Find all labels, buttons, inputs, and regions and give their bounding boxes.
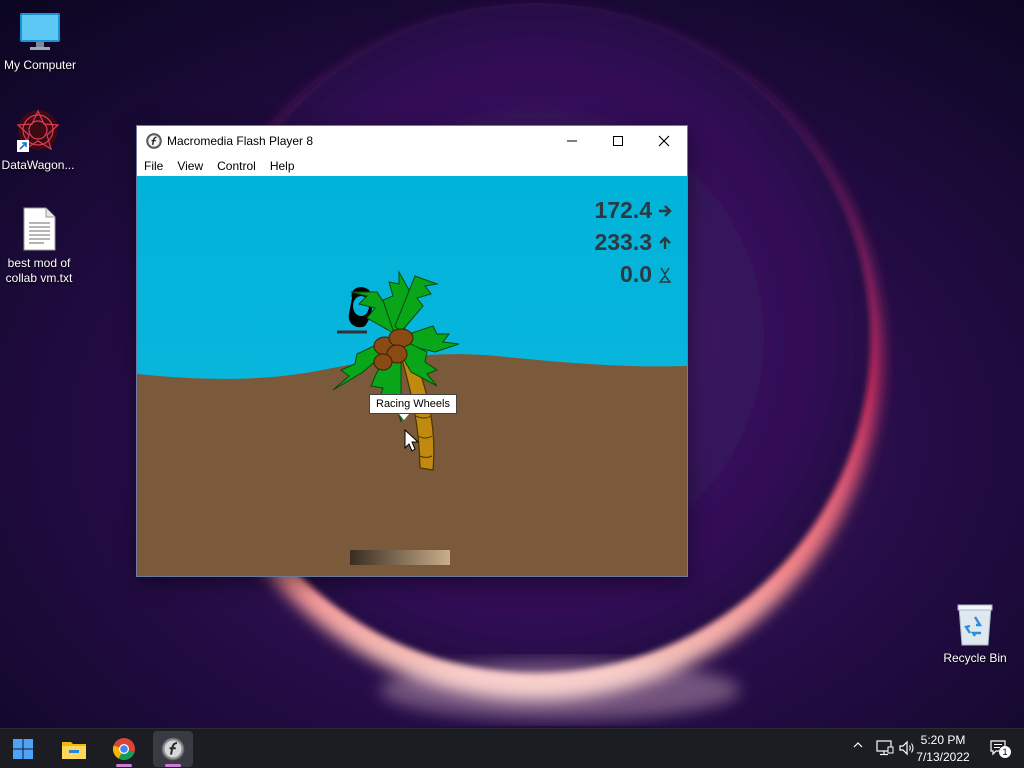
clock-date: 7/13/2022 bbox=[916, 750, 970, 764]
menu-file[interactable]: File bbox=[137, 159, 170, 173]
stat-value: 172.4 bbox=[594, 197, 652, 223]
running-indicator bbox=[165, 764, 181, 767]
flash-player-icon bbox=[146, 133, 162, 149]
flash-player-icon bbox=[161, 737, 185, 761]
monitor-icon bbox=[20, 13, 60, 50]
flash-stage[interactable]: 172.4 233.3 0.0 Racing Wheels bbox=[137, 176, 687, 576]
menu-bar: File View Control Help bbox=[137, 156, 687, 176]
tooltip-pointer bbox=[399, 414, 409, 420]
system-tray: 5:20 PM 7/13/2022 1 bbox=[824, 729, 1024, 768]
stat-value: 233.3 bbox=[594, 229, 652, 255]
arrow-up-icon bbox=[659, 235, 671, 249]
maximize-button[interactable] bbox=[595, 126, 641, 156]
menu-control[interactable]: Control bbox=[210, 159, 263, 173]
chrome-icon bbox=[112, 738, 135, 760]
desktop-icon-label: best mod of collab vm.txt bbox=[5, 256, 73, 285]
desktop-icon-label: DataWagon... bbox=[1, 158, 75, 172]
stat-horizontal-speed: 172.4 bbox=[594, 197, 672, 224]
clock-time: 5:20 PM bbox=[920, 733, 966, 747]
close-button[interactable] bbox=[641, 126, 687, 156]
window-title: Macromedia Flash Player 8 bbox=[167, 134, 314, 148]
taskbar-clock[interactable]: 5:20 PM 7/13/2022 bbox=[908, 732, 978, 766]
running-indicator bbox=[116, 764, 132, 767]
taskbar-file-explorer[interactable] bbox=[54, 731, 94, 767]
recycle-bin-icon bbox=[957, 604, 993, 646]
datawagon-shortcut-icon bbox=[16, 109, 60, 152]
arrow-right-icon bbox=[659, 204, 672, 217]
flash-player-window[interactable]: Macromedia Flash Player 8 File View Cont… bbox=[136, 125, 688, 577]
menu-help[interactable]: Help bbox=[263, 159, 302, 173]
desktop-icon-label: My Computer bbox=[3, 58, 77, 72]
desktop-icon-my-computer[interactable]: My Computer bbox=[0, 10, 80, 73]
close-icon bbox=[658, 135, 670, 147]
taskbar-flash-player[interactable] bbox=[153, 731, 193, 767]
tilt-icon bbox=[658, 267, 672, 283]
notification-badge: 1 bbox=[999, 746, 1011, 758]
stat-value: 0.0 bbox=[620, 261, 652, 287]
maximize-icon bbox=[613, 136, 623, 146]
menu-view[interactable]: View bbox=[170, 159, 210, 173]
network-icon[interactable] bbox=[876, 740, 894, 756]
file-explorer-icon bbox=[62, 742, 86, 759]
desktop-icon-datawagon[interactable]: DataWagon... bbox=[0, 108, 78, 173]
speed-meter-bar bbox=[350, 550, 450, 565]
start-icon bbox=[13, 739, 33, 759]
taskbar: 5:20 PM 7/13/2022 1 bbox=[0, 728, 1024, 768]
desktop-icon-label: Recycle Bin bbox=[943, 651, 1007, 665]
text-file-icon bbox=[23, 207, 56, 251]
start-button[interactable] bbox=[3, 731, 43, 767]
taskbar-chrome[interactable] bbox=[104, 731, 144, 767]
minimize-button[interactable] bbox=[549, 126, 595, 156]
desktop-icon-text-file[interactable]: best mod of collab vm.txt bbox=[0, 206, 79, 286]
stat-tilt: 0.0 bbox=[620, 261, 672, 288]
desktop-icon-recycle-bin[interactable]: Recycle Bin bbox=[935, 603, 1015, 666]
minimize-icon bbox=[567, 140, 577, 142]
title-bar[interactable]: Macromedia Flash Player 8 bbox=[137, 126, 687, 156]
stat-vertical-speed: 233.3 bbox=[594, 229, 672, 256]
chevron-up-icon[interactable] bbox=[852, 739, 864, 751]
tooltip: Racing Wheels bbox=[369, 394, 457, 414]
notification-center-button[interactable]: 1 bbox=[990, 740, 1012, 758]
